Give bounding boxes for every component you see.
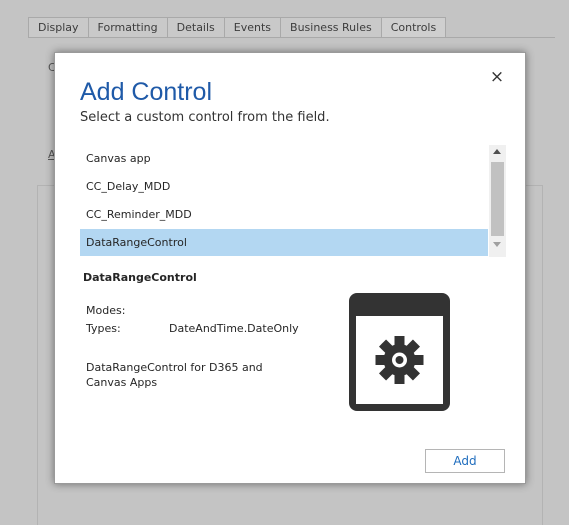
list-scrollbar[interactable]	[489, 145, 506, 257]
property-tabs: Display Formatting Details Events Busine…	[28, 17, 447, 37]
types-label: Types:	[86, 322, 121, 335]
control-detail-name: DataRangeControl	[83, 271, 197, 284]
scroll-thumb[interactable]	[491, 162, 504, 236]
scroll-down-icon[interactable]	[493, 242, 501, 247]
list-item-cc-reminder-mdd[interactable]: CC_Reminder_MDD	[80, 201, 488, 228]
list-item-canvas-app[interactable]: Canvas app	[80, 145, 488, 172]
tab-details: Details	[166, 17, 225, 37]
add-button[interactable]: Add	[425, 449, 505, 473]
dialog-title: Add Control	[80, 78, 213, 106]
types-value: DateAndTime.DateOnly	[169, 322, 299, 335]
close-icon[interactable]: ×	[487, 67, 507, 87]
tab-business-rules: Business Rules	[280, 17, 382, 37]
dialog-subtitle: Select a custom control from the field.	[80, 110, 330, 125]
add-control-dialog: × Add Control Select a custom control fr…	[54, 52, 526, 484]
list-item-datarangecontrol[interactable]: DataRangeControl	[80, 229, 488, 256]
control-listbox[interactable]: Canvas app CC_Delay_MDD CC_Reminder_MDD …	[80, 145, 506, 257]
tab-formatting: Formatting	[87, 17, 168, 37]
tab-display: Display	[28, 17, 89, 37]
scroll-up-icon[interactable]	[493, 149, 501, 154]
list-item-cc-delay-mdd[interactable]: CC_Delay_MDD	[80, 173, 488, 200]
modes-label: Modes:	[86, 304, 126, 317]
control-description: DataRangeControl for D365 and Canvas App…	[86, 361, 263, 389]
tab-events: Events	[223, 17, 282, 37]
tab-controls: Controls	[380, 17, 447, 37]
tab-divider	[28, 37, 555, 38]
gear-window-icon	[349, 293, 450, 411]
